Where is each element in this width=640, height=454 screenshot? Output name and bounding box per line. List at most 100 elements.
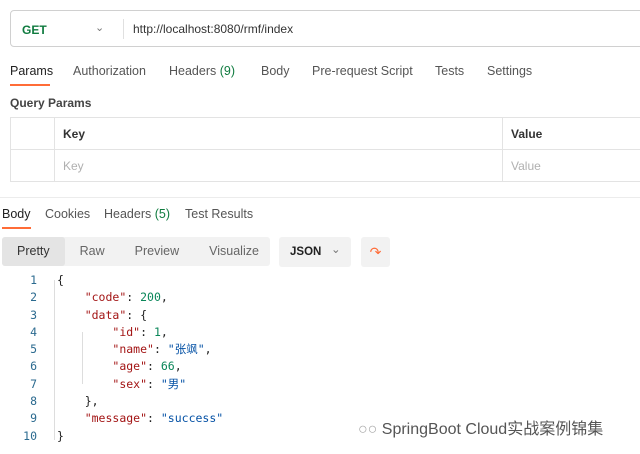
response-tab-headers[interactable]: Headers (5) [104, 207, 170, 221]
code-token: }, [57, 394, 99, 408]
code-token: : [147, 411, 161, 425]
response-tab-test-results[interactable]: Test Results [185, 207, 253, 221]
column-key: Key [55, 118, 503, 150]
chevron-down-icon: ⌄ [331, 235, 341, 265]
code-line: 7 "sex": "男" [0, 376, 223, 393]
code-line: 3 "data": { [0, 307, 223, 324]
code-token [57, 308, 85, 322]
line-number: 9 [0, 410, 57, 427]
active-tab-underline [10, 84, 50, 86]
method-select[interactable]: GET [22, 23, 47, 37]
code-token: , [161, 325, 168, 339]
column-value: Value [503, 118, 640, 150]
value-input[interactable]: Value [503, 150, 640, 182]
request-url-bar: GET ⌄ http://localhost:8080/rmf/index [10, 10, 640, 47]
view-visualize[interactable]: Visualize [194, 237, 274, 266]
code-token: : [154, 342, 168, 356]
tab-count: (9) [220, 64, 235, 78]
line-number: 7 [0, 376, 57, 393]
checkbox-column [11, 118, 55, 150]
line-number: 5 [0, 341, 57, 358]
tab-authorization[interactable]: Authorization [73, 64, 146, 78]
tab-label: Cookies [45, 207, 90, 221]
wrap-lines-icon[interactable]: ↷ [361, 237, 390, 267]
code-token: "张飒" [168, 342, 205, 356]
view-mode-group: Pretty Raw Preview Visualize [2, 237, 270, 266]
chevron-down-icon[interactable]: ⌄ [95, 21, 104, 34]
format-select[interactable]: JSON ⌄ [279, 237, 351, 267]
divider [123, 19, 124, 39]
code-token [57, 377, 112, 391]
code-token: 66 [161, 359, 175, 373]
code-line: 2 "code": 200, [0, 289, 223, 306]
query-params-title: Query Params [10, 96, 91, 110]
tab-label: Headers [104, 207, 151, 221]
tab-label: Params [10, 64, 53, 78]
view-pretty[interactable]: Pretty [2, 237, 65, 266]
watermark-text: SpringBoot Cloud实战案例锦集 [382, 421, 603, 438]
code-token: 1 [154, 325, 161, 339]
tab-count: (5) [155, 207, 170, 221]
tab-params[interactable]: Params [10, 64, 53, 78]
code-token [57, 342, 112, 356]
response-body: 1{2 "code": 200,3 "data": {4 "id": 1,5 "… [0, 272, 223, 445]
code-token: "name" [112, 342, 154, 356]
code-token: 200 [140, 290, 161, 304]
view-raw[interactable]: Raw [65, 237, 120, 266]
code-token: : [147, 359, 161, 373]
code-token [57, 411, 85, 425]
code-line: 9 "message": "success" [0, 410, 223, 427]
watermark: ○○ SpringBoot Cloud实战案例锦集 [358, 415, 603, 439]
response-tab-cookies[interactable]: Cookies [45, 207, 90, 221]
tab-tests[interactable]: Tests [435, 64, 464, 78]
divider [0, 197, 640, 198]
line-number: 6 [0, 358, 57, 375]
tab-body[interactable]: Body [261, 64, 290, 78]
code-token: "data" [85, 308, 127, 322]
code-token: { [57, 273, 64, 287]
line-number: 1 [0, 272, 57, 289]
response-tab-body[interactable]: Body [2, 207, 31, 221]
active-tab-underline [2, 227, 31, 229]
row-checkbox[interactable] [11, 150, 55, 182]
code-line: 6 "age": 66, [0, 358, 223, 375]
url-input[interactable]: http://localhost:8080/rmf/index [133, 22, 293, 36]
tab-label: Tests [435, 64, 464, 78]
tab-headers[interactable]: Headers (9) [169, 64, 235, 78]
code-line: 8 }, [0, 393, 223, 410]
code-token [57, 325, 112, 339]
code-line: 5 "name": "张飒", [0, 341, 223, 358]
line-number: 2 [0, 289, 57, 306]
code-token: } [57, 429, 64, 443]
code-token: , [205, 342, 212, 356]
code-token: : [126, 290, 140, 304]
tab-label: Pre-request Script [312, 64, 413, 78]
code-line: 4 "id": 1, [0, 324, 223, 341]
line-number: 4 [0, 324, 57, 341]
code-token: "age" [112, 359, 147, 373]
tab-label: Body [2, 207, 31, 221]
line-number: 3 [0, 307, 57, 324]
code-token: , [161, 290, 168, 304]
key-input[interactable]: Key [55, 150, 503, 182]
code-line: 10} [0, 428, 223, 445]
tab-label: Authorization [73, 64, 146, 78]
code-token: "success" [161, 411, 223, 425]
code-token: , [175, 359, 182, 373]
code-token: : [147, 377, 161, 391]
code-token [57, 290, 85, 304]
code-token: "sex" [112, 377, 147, 391]
tab-label: Body [261, 64, 290, 78]
tab-pre-request-script[interactable]: Pre-request Script [312, 64, 413, 78]
wechat-icon: ○○ [358, 421, 377, 438]
format-label: JSON [290, 246, 321, 258]
query-params-table: KeyValue KeyValue [10, 117, 640, 182]
code-token: : { [126, 308, 147, 322]
tab-label: Headers [169, 64, 216, 78]
line-number: 10 [0, 428, 57, 445]
line-number: 8 [0, 393, 57, 410]
view-preview[interactable]: Preview [120, 237, 194, 266]
code-token: : [140, 325, 154, 339]
tab-settings[interactable]: Settings [487, 64, 532, 78]
code-token: "id" [112, 325, 140, 339]
